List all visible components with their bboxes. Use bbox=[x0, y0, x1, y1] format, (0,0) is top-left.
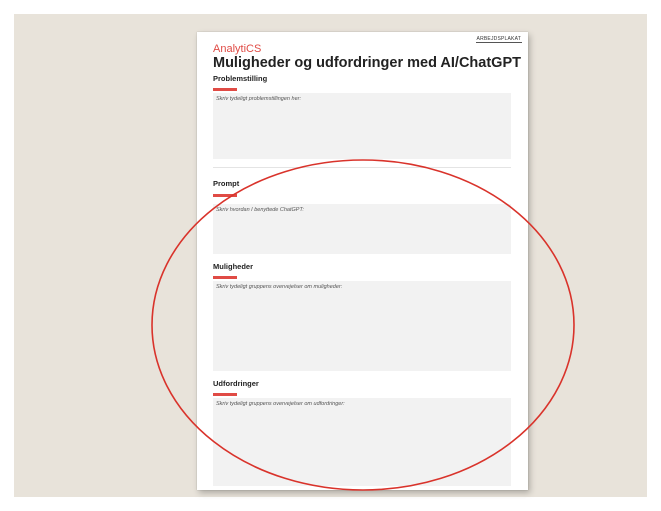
section-accent-bar bbox=[213, 276, 237, 279]
worksheet-page: ARBEJDSPLAKAT AnalytiCS Muligheder og ud… bbox=[197, 32, 528, 490]
field-hint: Skriv tydeligt problemstillingen her: bbox=[216, 96, 301, 102]
section-accent-bar bbox=[213, 88, 237, 91]
section-accent-bar bbox=[213, 393, 237, 396]
page-title: Muligheder og udfordringer med AI/ChatGP… bbox=[213, 55, 521, 71]
field-hint: Skriv tydeligt gruppens overvejelser om … bbox=[216, 401, 345, 407]
section-heading-udfordringer: Udfordringer bbox=[213, 379, 259, 388]
worksheet-tag: ARBEJDSPLAKAT bbox=[475, 36, 522, 43]
field-prompt[interactable]: Skriv hvordan I benyttede ChatGPT: bbox=[213, 204, 511, 254]
brand-label: AnalytiCS bbox=[213, 43, 262, 55]
section-heading-muligheder: Muligheder bbox=[213, 262, 254, 271]
field-muligheder[interactable]: Skriv tydeligt gruppens overvejelser om … bbox=[213, 281, 511, 371]
section-heading-prompt: Prompt bbox=[213, 179, 240, 188]
field-udfordringer[interactable]: Skriv tydeligt gruppens overvejelser om … bbox=[213, 398, 511, 486]
field-problemstilling[interactable]: Skriv tydeligt problemstillingen her: bbox=[213, 93, 511, 159]
field-hint: Skriv hvordan I benyttede ChatGPT: bbox=[216, 207, 304, 213]
section-accent-bar bbox=[213, 194, 237, 197]
section-heading-problemstilling: Problemstilling bbox=[213, 74, 268, 83]
field-hint: Skriv tydeligt gruppens overvejelser om … bbox=[216, 284, 343, 290]
section-divider bbox=[213, 167, 511, 168]
